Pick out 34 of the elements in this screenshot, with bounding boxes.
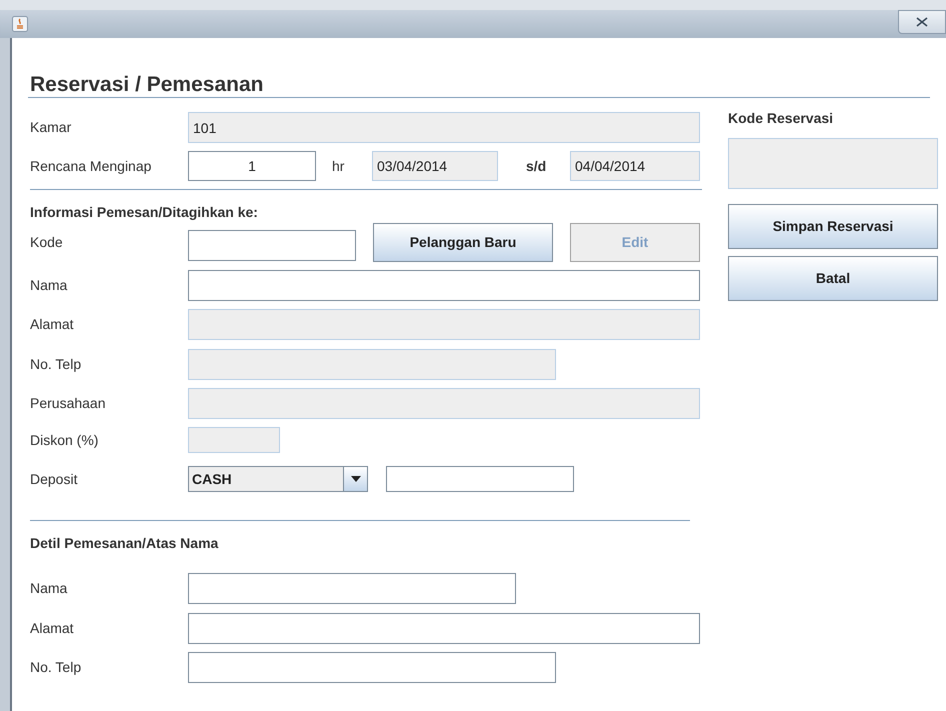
- field-label: Alamat: [30, 315, 75, 334]
- section-title: Detil Pemesanan/Atas Nama: [30, 534, 220, 551]
- dropdown[interactable]: CASH: [188, 466, 368, 492]
- field-label: No. Telp: [30, 355, 82, 374]
- field-label: Kode Reservasi: [728, 110, 834, 126]
- form-title: Reservasi / Pemesanan: [29, 74, 264, 96]
- input-field[interactable]: [188, 270, 700, 301]
- close-icon: [916, 17, 928, 27]
- unit-label: hr: [331, 156, 346, 176]
- field-label: Alamat: [30, 619, 75, 638]
- field-label: No. Telp: [30, 658, 82, 677]
- action-button[interactable]: Pelanggan Baru: [373, 222, 553, 262]
- field-label: Nama: [30, 579, 68, 598]
- field-label: Kode: [30, 232, 64, 252]
- action-button[interactable]: Simpan Reservasi: [728, 204, 938, 249]
- field-label: Perusahaan: [30, 394, 107, 413]
- close-button[interactable]: [898, 10, 946, 34]
- field-label: Deposit: [30, 470, 78, 489]
- input-field[interactable]: [188, 230, 356, 261]
- field-label: Rencana Menginap: [30, 156, 152, 176]
- field-label: Nama: [30, 276, 68, 295]
- input-field[interactable]: [188, 573, 516, 604]
- field-label: Kamar: [30, 118, 72, 137]
- caret-icon: [350, 476, 360, 482]
- input-field[interactable]: [188, 652, 556, 683]
- app-icon: [12, 16, 28, 32]
- section-title: Informasi Pemesan/Ditagihkan ke:: [30, 203, 259, 220]
- input-field[interactable]: [188, 613, 700, 644]
- action-button[interactable]: Batal: [728, 256, 938, 301]
- input-field[interactable]: 1: [188, 151, 316, 181]
- field-label: Diskon (%): [30, 430, 100, 450]
- dropdown-value: CASH: [191, 470, 233, 489]
- separator-label: s/d: [525, 156, 548, 176]
- input-field[interactable]: [386, 466, 574, 492]
